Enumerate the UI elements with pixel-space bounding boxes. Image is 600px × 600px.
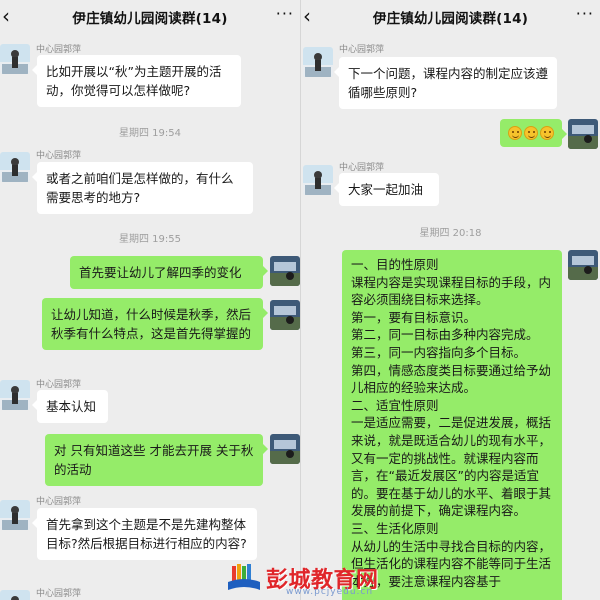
chat-header: ‹ 伊庄镇幼儿园阅读群(14) ··· — [301, 0, 600, 34]
self-avatar[interactable] — [568, 119, 598, 149]
message-bubble[interactable]: 比如开展以“秋”为主题开展的活动，你觉得可以怎样做呢? — [32, 55, 241, 107]
message-bubble[interactable]: 一、目的性原则 课程内容是实现课程目标的手段，内容必须围绕目标来选择。 第一，要… — [342, 250, 562, 600]
back-icon[interactable]: ‹ — [2, 6, 16, 26]
book-logo-icon — [228, 564, 260, 590]
timestamp: 星期四 20:18 — [419, 228, 482, 239]
chat-pane-left: ‹ 伊庄镇幼儿园阅读群(14) ··· 中心园郭萍 比如开展以“秋”为主题开展的… — [0, 0, 300, 600]
message-bubble[interactable]: 基本认知 — [32, 390, 108, 423]
smile-face-emoji — [524, 126, 538, 140]
timestamp: 星期四 19:54 — [119, 128, 181, 139]
sender-name: 中心园郭萍 — [36, 151, 82, 161]
watermark-url: www.pcjyedu.cn — [286, 587, 374, 597]
message-bubble[interactable]: 首先要让幼儿了解四季的变化 — [70, 256, 268, 289]
message-bubble[interactable]: 对 只有知道这些 才能去开展 关于秋 的活动 — [45, 434, 268, 486]
more-options-icon[interactable]: ··· — [276, 6, 294, 22]
message-bubble[interactable]: 大家一起加油 — [334, 173, 439, 206]
smile-face-emoji — [540, 126, 554, 140]
timestamp: 星期四 19:55 — [119, 234, 181, 245]
message-bubble[interactable] — [500, 119, 567, 147]
sender-name: 中心园郭萍 — [339, 45, 385, 55]
avatar[interactable] — [0, 380, 30, 410]
back-icon[interactable]: ‹ — [303, 6, 317, 26]
chat-header: ‹ 伊庄镇幼儿园阅读群(14) ··· — [0, 0, 300, 34]
emoji-group — [508, 126, 554, 140]
self-avatar[interactable] — [568, 250, 598, 280]
message-bubble[interactable]: 首先拿到这个主题是不是先建构整体目标?然后根据目标进行相应的内容? — [32, 508, 257, 560]
avatar[interactable] — [0, 590, 30, 600]
sender-name: 中心园郭萍 — [36, 497, 82, 507]
watermark: 彭城教育网 www.pcjyedu.cn — [226, 560, 406, 600]
message-bubble[interactable]: 或者之前咱们是怎样做的，有什么需要思考的地方? — [32, 162, 253, 214]
sender-name: 中心园郭萍 — [36, 45, 82, 55]
self-avatar[interactable] — [270, 434, 300, 464]
sender-name: 中心园郭萍 — [339, 163, 385, 173]
message-bubble[interactable]: 下一个问题，课程内容的制定应该遵循哪些原则? — [334, 57, 557, 109]
avatar[interactable] — [303, 165, 333, 195]
self-avatar[interactable] — [270, 256, 300, 286]
message-bubble[interactable]: 让幼儿知道，什么时候是秋季，然后秋季有什么特点，这是首先得掌握的 — [42, 298, 268, 350]
avatar[interactable] — [303, 47, 333, 77]
sender-name: 中心园郭萍 — [36, 589, 82, 599]
avatar[interactable] — [0, 152, 30, 182]
smile-face-emoji — [508, 126, 522, 140]
chat-title: 伊庄镇幼儿园阅读群(14) — [72, 11, 228, 27]
avatar[interactable] — [0, 44, 30, 74]
more-options-icon[interactable]: ··· — [576, 6, 594, 22]
avatar[interactable] — [0, 500, 30, 530]
chat-title: 伊庄镇幼儿园阅读群(14) — [372, 11, 529, 27]
self-avatar[interactable] — [270, 300, 300, 330]
chat-pane-right: ‹ 伊庄镇幼儿园阅读群(14) ··· 中心园郭萍 下一个问题，课程内容的制定应… — [300, 0, 600, 600]
sender-name: 中心园郭萍 — [36, 380, 82, 390]
